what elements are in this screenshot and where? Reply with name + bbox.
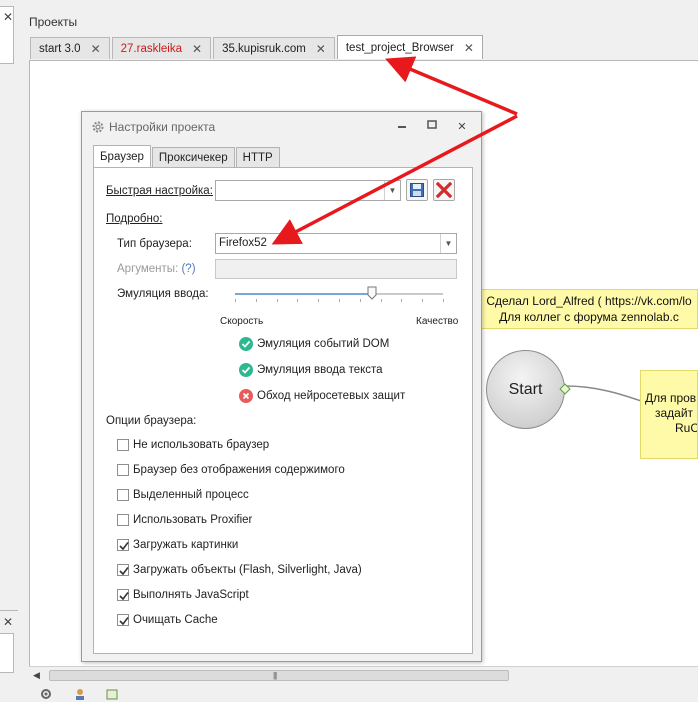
annotation-arrow xyxy=(385,56,518,116)
annotation-arrows xyxy=(271,56,518,245)
annotation-arrow xyxy=(271,114,518,245)
